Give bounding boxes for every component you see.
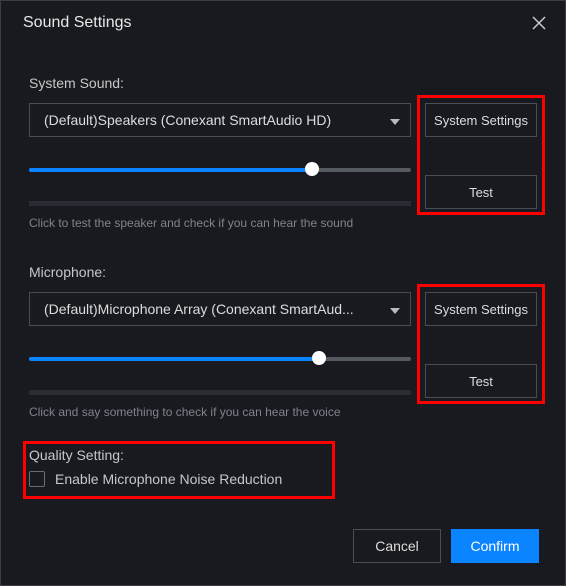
microphone-hint: Click and say something to check if you …	[29, 405, 411, 419]
confirm-button[interactable]: Confirm	[451, 529, 539, 563]
microphone-label: Microphone:	[29, 264, 537, 280]
microphone-test-button[interactable]: Test	[425, 364, 537, 398]
chevron-down-icon	[390, 112, 400, 128]
microphone-level-meter	[29, 390, 411, 395]
system-sound-test-button[interactable]: Test	[425, 175, 537, 209]
sound-settings-dialog: Sound Settings System Sound: (Default)Sp…	[0, 0, 566, 586]
microphone-device-select[interactable]: (Default)Microphone Array (Conexant Smar…	[29, 292, 411, 326]
system-sound-device-select[interactable]: (Default)Speakers (Conexant SmartAudio H…	[29, 103, 411, 137]
microphone-volume-slider[interactable]	[29, 352, 411, 366]
microphone-device-value: (Default)Microphone Array (Conexant Smar…	[44, 301, 354, 317]
noise-reduction-checkbox-row[interactable]: Enable Microphone Noise Reduction	[29, 471, 339, 487]
system-sound-settings-button[interactable]: System Settings	[425, 103, 537, 137]
system-sound-level-meter	[29, 201, 411, 206]
system-sound-row: (Default)Speakers (Conexant SmartAudio H…	[29, 103, 537, 230]
system-sound-hint: Click to test the speaker and check if y…	[29, 216, 411, 230]
system-sound-label: System Sound:	[29, 75, 537, 91]
dialog-footer: Cancel Confirm	[353, 529, 539, 563]
microphone-row: (Default)Microphone Array (Conexant Smar…	[29, 292, 537, 419]
quality-setting-section: Quality Setting: Enable Microphone Noise…	[29, 447, 339, 487]
system-sound-device-value: (Default)Speakers (Conexant SmartAudio H…	[44, 112, 331, 128]
quality-setting-label: Quality Setting:	[29, 447, 339, 463]
titlebar: Sound Settings	[1, 1, 565, 45]
system-sound-volume-slider[interactable]	[29, 163, 411, 177]
chevron-down-icon	[390, 301, 400, 317]
noise-reduction-label: Enable Microphone Noise Reduction	[55, 471, 282, 487]
dialog-content: System Sound: (Default)Speakers (Conexan…	[1, 45, 565, 487]
cancel-button[interactable]: Cancel	[353, 529, 441, 563]
noise-reduction-checkbox[interactable]	[29, 471, 45, 487]
microphone-settings-button[interactable]: System Settings	[425, 292, 537, 326]
dialog-title: Sound Settings	[23, 14, 132, 32]
close-icon[interactable]	[527, 11, 551, 35]
